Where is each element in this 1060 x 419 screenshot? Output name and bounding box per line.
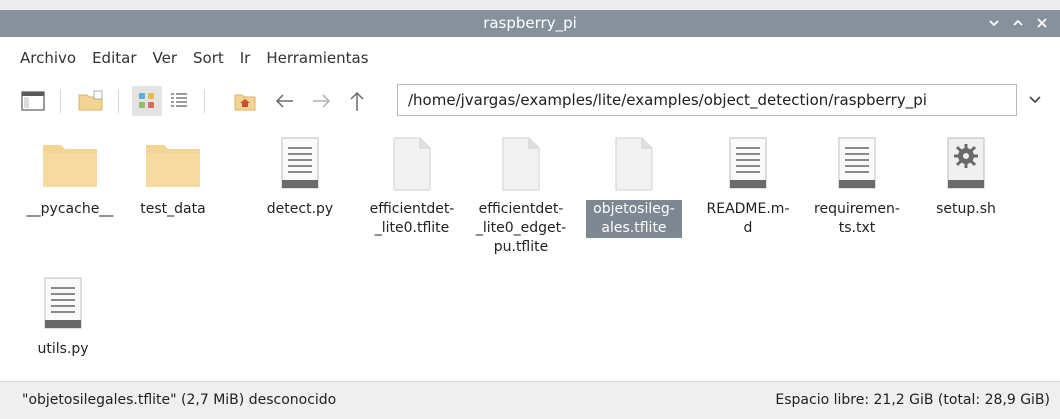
chevron-up-icon: [1013, 19, 1023, 26]
file-name: efficientdet- _lite0_edget- pu.tflite: [475, 201, 567, 255]
text-file-icon: [33, 274, 93, 334]
folder-icon: [40, 134, 100, 194]
file-item[interactable]: README.m- d: [698, 126, 798, 238]
list-view-icon: [171, 93, 187, 107]
toolbar-separator: [60, 89, 61, 113]
file-item[interactable]: requiremen- ts.txt: [807, 126, 907, 238]
menu-ver[interactable]: Ver: [145, 45, 186, 71]
file-item-selected[interactable]: objetosileg- ales.tflite: [584, 126, 684, 238]
window-title: raspberry_pi: [483, 14, 577, 32]
file-item[interactable]: setup.sh: [916, 126, 1016, 219]
icon-grid-icon: [139, 93, 154, 108]
file-name: utils.py: [37, 341, 89, 357]
text-file-icon: [718, 134, 778, 194]
toolbar: /home/jvargas/examples/lite/examples/obj…: [0, 82, 1060, 120]
new-window-button[interactable]: [18, 86, 48, 116]
file-item[interactable]: __pycache__: [20, 126, 120, 219]
file-item[interactable]: detect.py: [250, 126, 350, 219]
title-bar: raspberry_pi: [0, 10, 1060, 37]
icon-view-button[interactable]: [132, 86, 162, 116]
status-free-space: Espacio libre: 21,2 GiB (total: 28,9 GiB…: [775, 392, 1050, 408]
toolbar-separator: [118, 89, 119, 113]
new-window-icon: [21, 91, 45, 111]
menu-archivo[interactable]: Archivo: [0, 45, 84, 71]
menu-bar: Archivo Editar Ver Sort Ir Herramientas: [0, 45, 1060, 71]
text-file-icon: [827, 134, 887, 194]
menu-ir[interactable]: Ir: [232, 45, 259, 71]
blank-file-icon: [491, 134, 551, 194]
file-item[interactable]: efficientdet- _lite0_edget- pu.tflite: [471, 126, 571, 257]
menu-herramientas[interactable]: Herramientas: [258, 45, 376, 71]
maximize-button[interactable]: [1010, 13, 1026, 33]
minimize-button[interactable]: [986, 13, 1002, 33]
up-button[interactable]: [342, 86, 372, 116]
file-name: objetosileg- ales.tflite: [586, 200, 682, 238]
file-name: __pycache__: [26, 201, 114, 217]
file-name: detect.py: [266, 201, 334, 217]
menu-sort[interactable]: Sort: [185, 45, 232, 71]
list-view-button[interactable]: [164, 86, 194, 116]
chevron-down-icon: [1029, 96, 1041, 104]
arrow-up-icon: [350, 91, 364, 111]
path-history-dropdown[interactable]: [1025, 90, 1045, 110]
background-window-strip: [0, 0, 1060, 10]
chevron-down-icon: [989, 20, 999, 27]
home-button[interactable]: [230, 86, 260, 116]
back-button[interactable]: [270, 86, 300, 116]
file-name: setup.sh: [936, 201, 996, 217]
text-file-icon: [270, 134, 330, 194]
menu-editar[interactable]: Editar: [84, 45, 144, 71]
arrow-right-icon: [313, 94, 331, 108]
file-name: requiremen- ts.txt: [814, 201, 900, 236]
blank-file-icon: [382, 134, 442, 194]
path-input[interactable]: /home/jvargas/examples/lite/examples/obj…: [397, 84, 1017, 116]
file-view: __pycache__ test_data detect.py efficien…: [0, 126, 1060, 381]
blank-file-icon: [604, 134, 664, 194]
file-item[interactable]: utils.py: [13, 266, 113, 359]
file-name: efficientdet- _lite0.tflite: [369, 201, 455, 236]
close-button[interactable]: [1034, 13, 1050, 33]
file-name: test_data: [140, 201, 206, 217]
arrow-left-icon: [275, 94, 293, 108]
new-folder-button[interactable]: [76, 86, 106, 116]
status-bar: "objetosilegales.tflite" (2,7 MiB) desco…: [0, 381, 1060, 419]
toolbar-separator: [204, 89, 205, 113]
new-folder-icon: [78, 90, 103, 111]
file-item[interactable]: efficientdet- _lite0.tflite: [362, 126, 462, 238]
status-selection-info: "objetosilegales.tflite" (2,7 MiB) desco…: [22, 392, 337, 408]
file-name: README.m- d: [706, 201, 790, 236]
folder-icon: [143, 134, 203, 194]
home-folder-icon: [234, 94, 256, 111]
forward-button[interactable]: [306, 86, 336, 116]
file-item[interactable]: test_data: [123, 126, 223, 219]
close-icon: [1037, 18, 1047, 28]
script-gear-icon: [936, 134, 996, 194]
